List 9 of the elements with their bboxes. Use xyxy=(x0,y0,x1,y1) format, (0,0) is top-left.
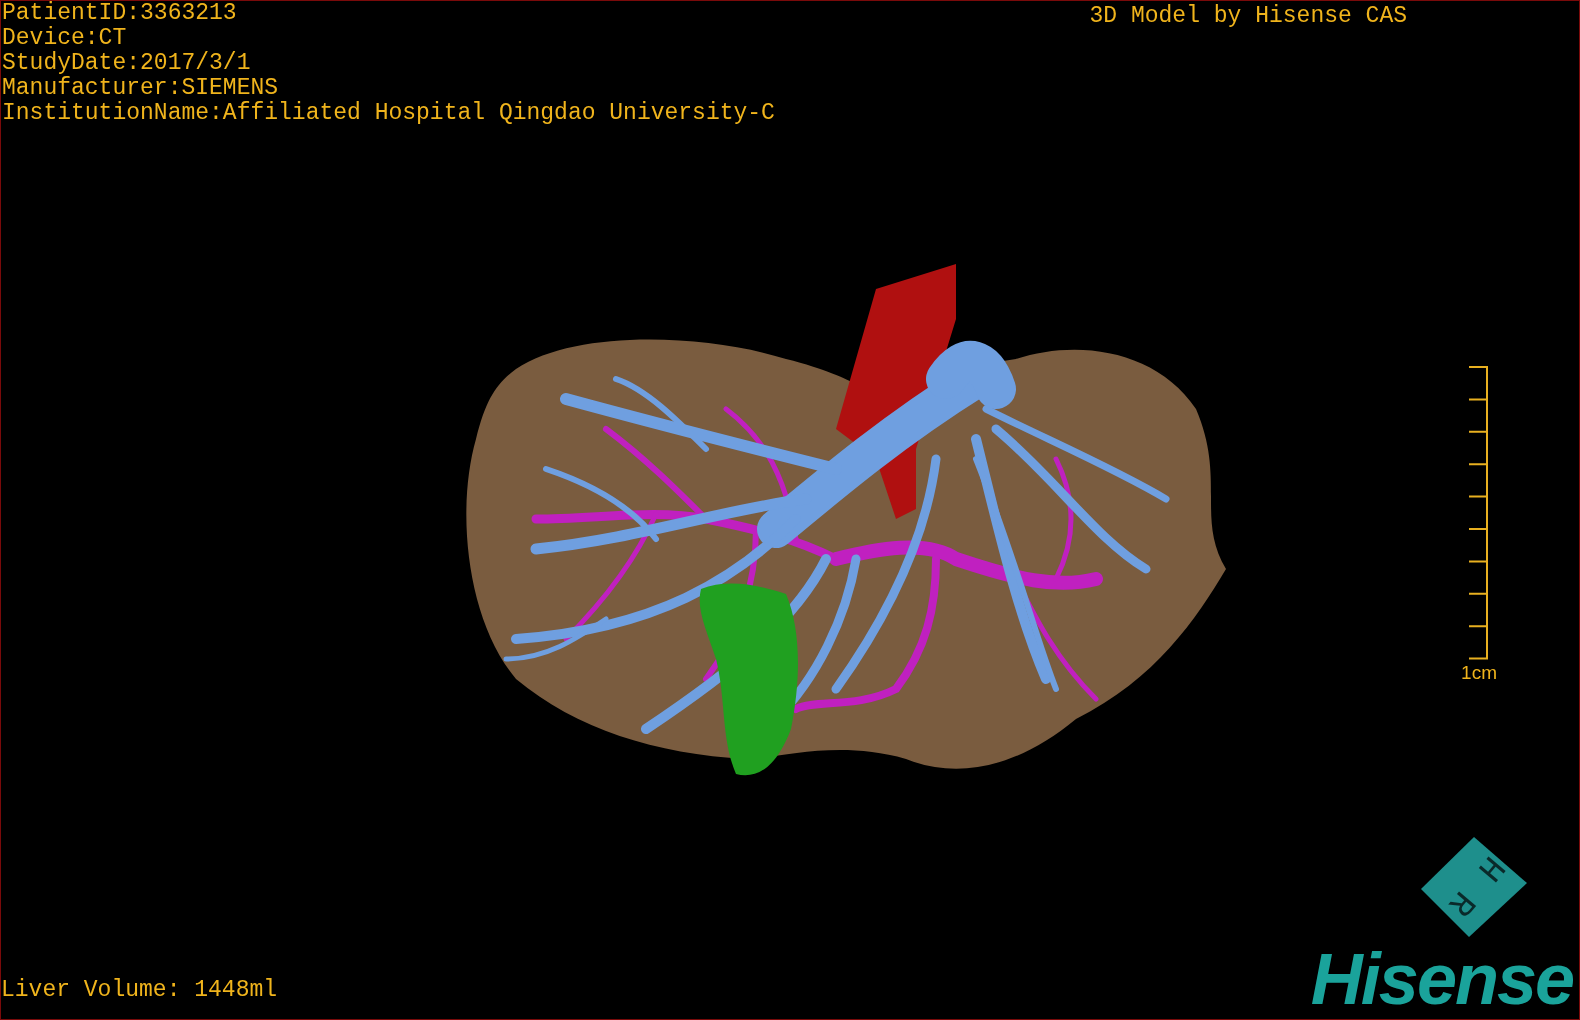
info-line: Manufacturer:SIEMENS xyxy=(2,76,280,101)
liver-volume-text: Liver Volume: 1448ml xyxy=(1,978,278,1005)
info-line: PatientID:3363213 xyxy=(2,1,238,26)
info-line: InstitutionName:Affiliated Hospital Qingdao University-C xyxy=(2,101,775,126)
viewer-title: 3D Model by Hisense CAS xyxy=(1089,2,1408,29)
scale-label: 1cm xyxy=(1461,662,1497,684)
info-line: Device:CT xyxy=(2,26,128,51)
info-line: StudyDate:2017/3/1 xyxy=(2,51,252,76)
logo-text: Hisense xyxy=(1310,943,1574,1019)
